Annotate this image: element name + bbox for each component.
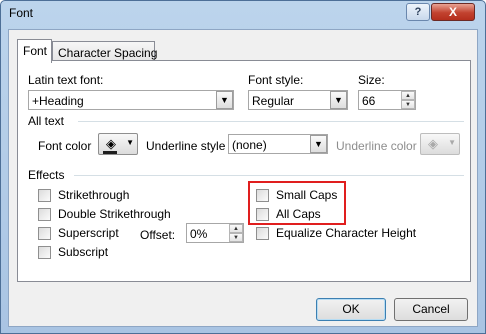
font-tab-panel: Latin text font: +Heading ▼ Font style: … xyxy=(17,60,471,282)
strikethrough-checkbox[interactable] xyxy=(38,189,51,202)
underline-color-label: Underline color xyxy=(336,139,417,153)
subscript-label: Subscript xyxy=(58,245,109,259)
strikethrough-label: Strikethrough xyxy=(58,188,130,202)
tab-font[interactable]: Font xyxy=(17,39,52,63)
font-color-label: Font color xyxy=(38,139,92,153)
latin-font-dropdown[interactable]: +Heading xyxy=(28,90,234,110)
chevron-down-icon[interactable]: ▼ xyxy=(310,135,327,153)
paint-bucket-icon: ◈ xyxy=(106,136,116,151)
superscript-label: Superscript xyxy=(58,226,119,240)
ok-button[interactable]: OK xyxy=(316,298,386,321)
subscript-checkbox[interactable] xyxy=(38,246,51,259)
font-color-button[interactable]: ◈ ▼ xyxy=(98,133,138,155)
chevron-down-icon: ▼ xyxy=(126,138,134,147)
chevron-down-icon[interactable]: ▼ xyxy=(216,91,233,109)
help-button[interactable]: ? xyxy=(406,3,430,21)
spin-down-icon[interactable]: ▼ xyxy=(229,233,243,242)
chevron-down-icon[interactable]: ▼ xyxy=(330,91,347,109)
latin-font-label: Latin text font: xyxy=(28,73,104,87)
dialog-client: Font Character Spacing Latin text font: … xyxy=(8,29,478,327)
size-spinner[interactable]: ▲ ▼ xyxy=(401,91,415,109)
effects-section-label: Effects xyxy=(28,168,65,182)
cancel-button[interactable]: Cancel xyxy=(394,298,468,321)
paint-bucket-icon: ◈ xyxy=(428,136,438,151)
superscript-checkbox[interactable] xyxy=(38,227,51,240)
size-label: Size: xyxy=(358,73,385,87)
font-style-label: Font style: xyxy=(248,73,304,87)
offset-label: Offset: xyxy=(140,228,176,242)
offset-spinner[interactable]: ▲ ▼ xyxy=(229,224,243,242)
divider xyxy=(78,121,464,122)
spin-up-icon[interactable]: ▲ xyxy=(229,224,243,233)
title-bar: Font ? X xyxy=(1,1,485,27)
double-strikethrough-label: Double Strikethrough xyxy=(58,207,171,221)
spin-up-icon[interactable]: ▲ xyxy=(401,91,415,100)
divider xyxy=(74,175,464,176)
equalize-height-checkbox[interactable] xyxy=(256,227,269,240)
chevron-down-icon: ▼ xyxy=(448,138,456,147)
font-dialog: Font ? X Font Character Spacing Latin te… xyxy=(0,0,486,334)
double-strikethrough-checkbox[interactable] xyxy=(38,208,51,221)
highlight-box xyxy=(248,181,346,225)
equalize-height-label: Equalize Character Height xyxy=(276,226,417,240)
font-color-swatch xyxy=(103,151,117,154)
window-title: Font xyxy=(9,6,34,20)
spin-down-icon[interactable]: ▼ xyxy=(401,100,415,109)
underline-color-button[interactable]: ◈ ▼ xyxy=(420,133,460,155)
close-button[interactable]: X xyxy=(431,3,475,21)
all-text-section-label: All text xyxy=(28,114,65,128)
underline-style-label: Underline style xyxy=(146,139,226,153)
